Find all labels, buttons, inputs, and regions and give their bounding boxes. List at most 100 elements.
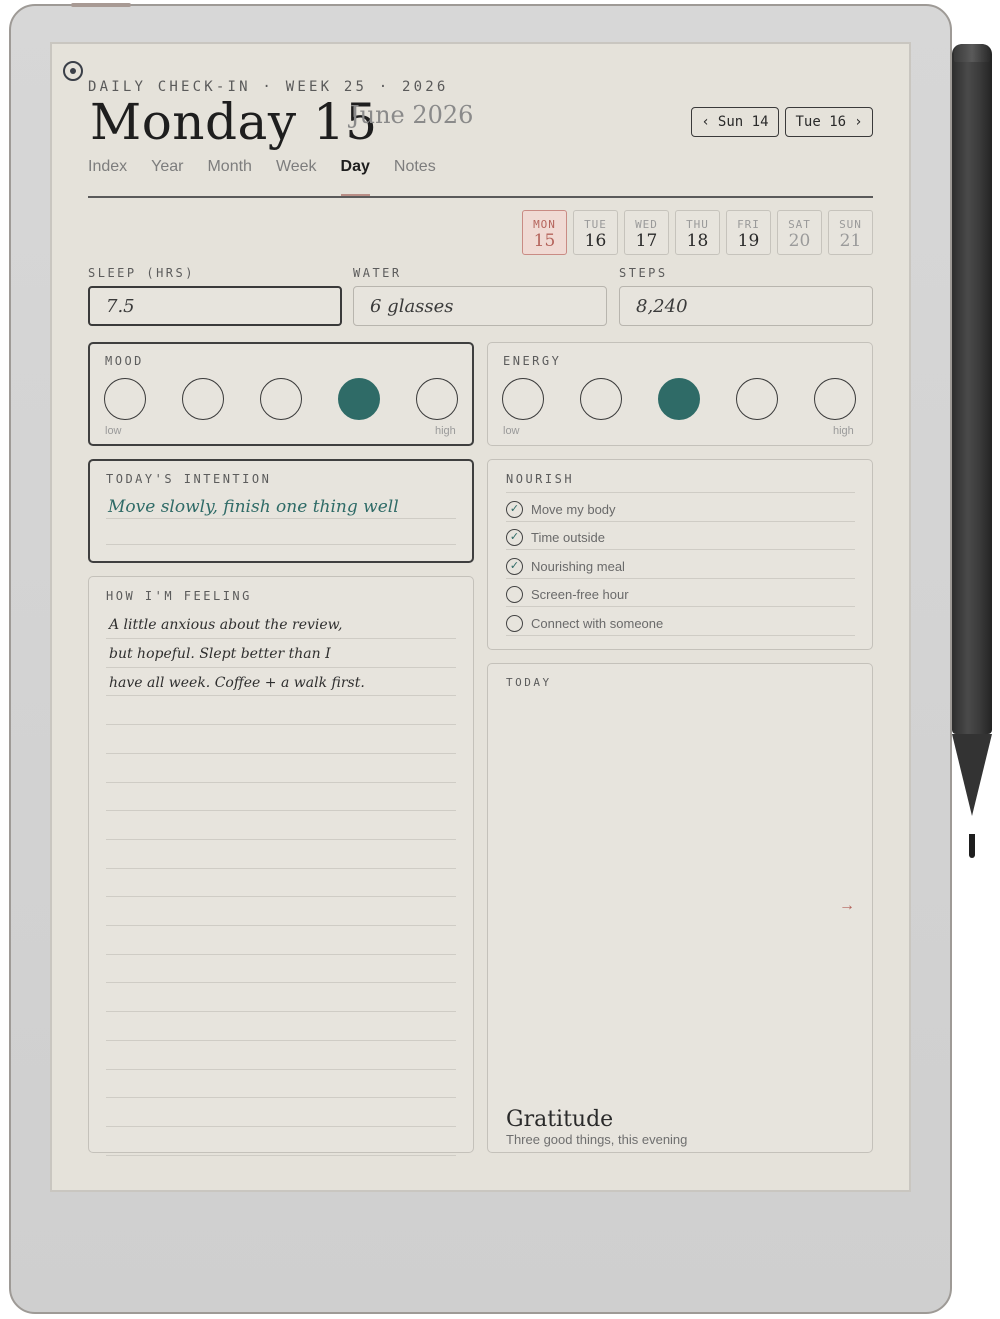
mood-option-2[interactable] [182,378,224,420]
pen-nib [969,834,975,858]
page-title: Monday 15 [90,93,378,151]
feeling-line: A little anxious about the review, [109,617,343,633]
steps-field[interactable]: 8,240 [619,286,873,326]
ruled-line [506,635,855,636]
ruled-line [106,724,456,726]
nourish-item[interactable]: Connect with someone [506,612,855,634]
day-date: 21 [839,231,862,251]
ruled-line [106,838,456,840]
empty-circle-icon[interactable] [506,585,523,603]
sleep-label: SLEEP (HRS) [88,266,195,280]
prev-day-button[interactable]: ‹ Sun 14 [691,107,779,137]
mood-label: MOOD [105,354,144,368]
ruled-line [106,752,456,754]
day-date: 18 [686,231,709,251]
day-date: 17 [635,231,658,251]
energy-option-4[interactable] [736,378,778,420]
feeling-line: but hopeful. Slept better than I [109,646,331,662]
next-day-button[interactable]: Tue 16 › [785,107,873,137]
ruled-line [106,982,456,984]
sleep-field[interactable]: 7.5 [88,286,342,326]
check-circle-icon[interactable]: ✓ [506,528,523,546]
empty-circle-icon[interactable] [506,614,523,632]
chevron-right-icon: › [854,114,863,130]
ruled-line [106,1154,456,1156]
steps-value: 8,240 [636,295,688,317]
tab-week[interactable]: Week [276,158,317,176]
ruled-line [106,1011,456,1013]
pen-cap [954,44,990,62]
ruled-line [106,666,456,668]
feeling-label: HOW I'M FEELING [106,589,252,603]
tab-month[interactable]: Month [207,158,251,176]
day-cell-sat[interactable]: SAT 20 [777,210,822,255]
arrow-right-icon[interactable]: → [839,897,855,915]
nourish-item[interactable]: ✓ Nourishing meal [506,555,855,577]
menu-dot-icon[interactable] [63,61,83,81]
gratitude-subtitle: Three good things, this evening [506,1132,688,1147]
ruled-line [106,1039,456,1041]
tab-notes[interactable]: Notes [394,158,436,176]
ruled-line [106,544,456,545]
day-cell-fri[interactable]: FRI 19 [726,210,771,255]
intention-label: TODAY'S INTENTION [106,472,272,486]
day-cell-sun[interactable]: SUN 21 [828,210,873,255]
day-name: SAT [788,218,811,231]
today-panel[interactable] [487,663,873,1153]
ruled-line [106,518,456,519]
feeling-line: have all week. Coffee + a walk first. [109,675,365,691]
next-day-label: Tue 16 [795,114,847,130]
water-value: 6 glasses [370,295,454,317]
day-cell-wed[interactable]: WED 17 [624,210,669,255]
mood-option-5[interactable] [416,378,458,420]
energy-low-label: low [503,425,520,437]
day-name: FRI [737,218,760,231]
tab-day[interactable]: Day [340,158,371,196]
pen-tip [952,734,992,816]
ruled-line [106,695,456,697]
pen-body [952,44,992,734]
tab-bar: Index Year Month Week Day Notes [88,158,460,196]
mood-low-label: low [105,425,122,437]
ruled-line [506,521,855,522]
water-field[interactable]: 6 glasses [353,286,607,326]
nourish-item[interactable]: ✓ Move my body [506,498,855,520]
day-cell-mon[interactable]: MON 15 [522,210,567,255]
steps-label: STEPS [619,266,668,280]
energy-option-1[interactable] [502,378,544,420]
ruled-line [106,1097,456,1099]
day-cell-thu[interactable]: THU 18 [675,210,720,255]
check-circle-icon[interactable]: ✓ [506,500,523,518]
water-label: WATER [353,266,402,280]
sleep-value: 7.5 [106,295,135,317]
energy-option-3[interactable] [658,378,700,420]
power-button [71,3,131,7]
day-cell-tue[interactable]: TUE 16 [573,210,618,255]
ruled-line [506,492,855,493]
mood-option-4[interactable] [338,378,380,420]
month-year-label: June 2026 [350,101,474,129]
energy-option-2[interactable] [580,378,622,420]
nourish-item[interactable]: Screen-free hour [506,583,855,605]
nourish-item-label: Time outside [531,529,605,545]
tab-year[interactable]: Year [151,158,183,176]
stylus-pen [952,44,992,858]
energy-label: ENERGY [503,354,562,368]
ruled-line [106,867,456,869]
gratitude-title: Gratitude [506,1107,614,1132]
prev-day-label: Sun 14 [717,114,769,130]
energy-option-5[interactable] [814,378,856,420]
mood-option-1[interactable] [104,378,146,420]
check-circle-icon[interactable]: ✓ [506,557,523,575]
nourish-label: NOURISH [506,472,575,486]
day-date: 15 [533,231,556,251]
day-name: THU [686,218,709,231]
energy-high-label: high [833,425,854,437]
tab-index[interactable]: Index [88,158,127,176]
mood-option-3[interactable] [260,378,302,420]
nourish-item-label: Screen-free hour [531,586,629,602]
nourish-item[interactable]: ✓ Time outside [506,526,855,548]
nourish-item-label: Move my body [531,501,616,517]
feeling-panel[interactable] [88,576,474,1153]
day-name: WED [635,218,658,231]
